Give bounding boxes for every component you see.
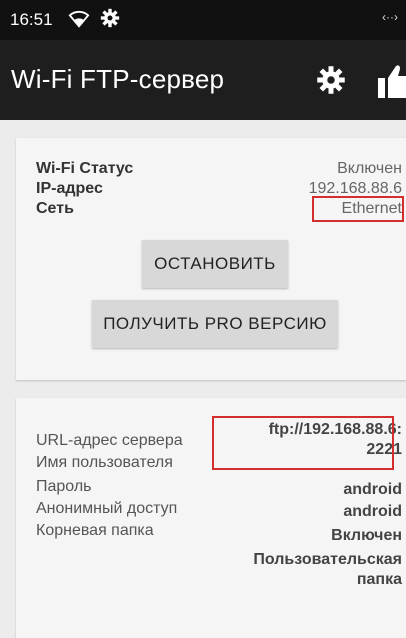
password-value: android <box>343 503 402 520</box>
status-card: Wi-Fi Статус Включен IP-адрес 192.168.88… <box>16 138 406 380</box>
status-right-indicator: ‹··› <box>382 10 398 24</box>
root-folder-line1: Пользовательская <box>253 551 402 568</box>
status-time: 16:51 <box>10 10 53 29</box>
stop-button[interactable]: ОСТАНОВИТЬ <box>142 240 288 288</box>
get-pro-button[interactable]: ПОЛУЧИТЬ PRO ВЕРСИЮ <box>92 300 338 348</box>
anonymous-access-value: Включен <box>331 527 402 544</box>
settings-notification-icon <box>100 8 120 28</box>
root-folder-value: Пользовательская папка <box>253 550 402 590</box>
root-folder-line2: папка <box>356 571 402 588</box>
app-title: Wi-Fi FTP-сервер <box>11 64 225 94</box>
network-label: Сеть <box>36 200 74 217</box>
wifi-status-value: Включен <box>337 160 402 177</box>
status-bar: 16:51 ‹··› <box>0 0 406 40</box>
wifi-icon <box>68 10 90 28</box>
wifi-status-label: Wi-Fi Статус <box>36 160 134 177</box>
server-info-card: URL-адрес сервера Имя пользователя Парол… <box>16 398 406 638</box>
settings-icon[interactable] <box>316 65 346 95</box>
thumb-up-icon[interactable] <box>378 64 406 98</box>
network-highlight-box <box>312 196 404 222</box>
ip-address-label: IP-адрес <box>36 180 103 197</box>
server-url-highlight-box <box>212 416 394 470</box>
app-bar: Wi-Fi FTP-сервер <box>0 40 406 120</box>
username-value: android <box>343 481 402 498</box>
